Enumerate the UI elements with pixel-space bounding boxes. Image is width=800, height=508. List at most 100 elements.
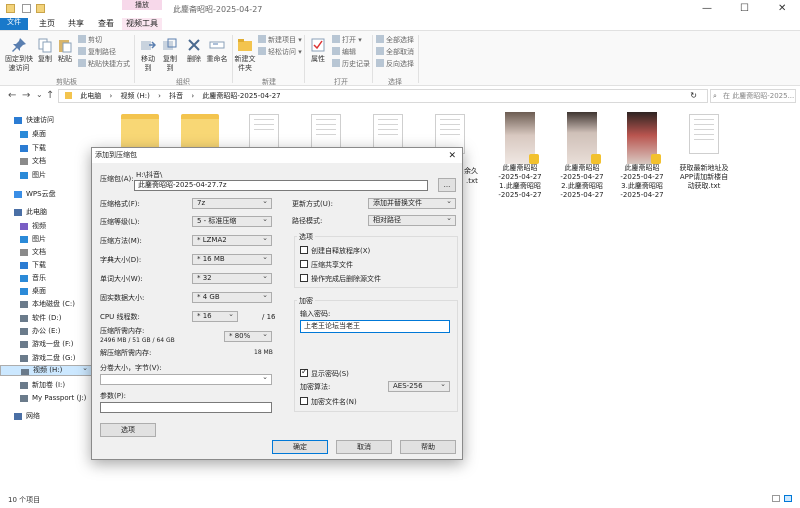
- new-folder-button[interactable]: 新建文件夹: [234, 37, 256, 73]
- help-button[interactable]: 帮助: [400, 440, 456, 454]
- split-size-combobox[interactable]: [100, 374, 272, 385]
- rename-button[interactable]: 重命名: [206, 37, 228, 64]
- paste-shortcut-button[interactable]: 粘贴快捷方式: [78, 59, 130, 69]
- nav-item-network[interactable]: 网络: [0, 410, 92, 423]
- file-name-line: -2025-04-27: [498, 191, 542, 199]
- copy-to-button[interactable]: 复制到: [160, 37, 180, 73]
- open-button[interactable]: 打开 ▾: [332, 35, 362, 45]
- nav-item-drive-i[interactable]: 新加卷 (I:): [0, 379, 92, 392]
- breadcrumb-current-folder[interactable]: 此鏖斋昭昭-2025-04-27: [202, 92, 280, 100]
- nav-item-desktop[interactable]: 桌面: [0, 128, 92, 141]
- properties-button[interactable]: 属性: [308, 37, 328, 64]
- tab-home[interactable]: 主页: [32, 18, 62, 30]
- nav-item-downloads[interactable]: 下载: [0, 142, 92, 155]
- breadcrumb-douyin[interactable]: 抖音: [169, 92, 183, 100]
- large-icons-view-icon[interactable]: [784, 495, 792, 502]
- properties-icon[interactable]: [22, 4, 31, 13]
- word-size-select[interactable]: * 32: [192, 273, 272, 284]
- nav-item-desktop-pc[interactable]: 桌面: [0, 285, 92, 298]
- cancel-button[interactable]: 取消: [336, 440, 392, 454]
- nav-item-drive-d[interactable]: 软件 (D:): [0, 312, 92, 325]
- invert-selection-button[interactable]: 反向选择: [376, 59, 414, 69]
- password-input[interactable]: 上老王论坛当老王: [300, 320, 450, 333]
- nav-item-downloads-pc[interactable]: 下载: [0, 259, 92, 272]
- ok-button[interactable]: 确定: [272, 440, 328, 454]
- nav-item-videos[interactable]: 视频: [0, 220, 92, 233]
- nav-item-pictures[interactable]: 图片: [0, 169, 92, 182]
- select-all-button[interactable]: 全部选择: [376, 35, 414, 45]
- browse-button[interactable]: ...: [438, 178, 456, 192]
- tab-view[interactable]: 查看: [92, 18, 120, 30]
- minimize-button[interactable]: —: [702, 3, 712, 14]
- move-to-button[interactable]: 移动到: [138, 37, 158, 73]
- search-input[interactable]: 在 此鏖斋昭昭-2025...: [710, 89, 796, 103]
- encrypt-file-names-checkbox[interactable]: 加密文件名(N): [300, 397, 357, 407]
- recent-dropdown[interactable]: ⌄: [36, 90, 43, 99]
- tab-file[interactable]: 文件: [0, 18, 28, 30]
- delete-after-checkbox[interactable]: 操作完成后删除源文件: [300, 274, 381, 284]
- cut-button[interactable]: 剪切: [78, 35, 102, 45]
- nav-item-drive-h[interactable]: 视频 (H:): [0, 365, 92, 376]
- add-to-archive-dialog: 添加到压缩包 ✕ 压缩包(A): H:\抖音\ 此鏖斋昭昭-2025-04-27…: [91, 147, 463, 460]
- solid-size-select[interactable]: * 4 GB: [192, 292, 272, 303]
- parameters-input[interactable]: [100, 402, 272, 413]
- nav-item-drive-j[interactable]: My Passport (J:): [0, 392, 92, 405]
- easy-access-button[interactable]: 轻松访问 ▾: [258, 47, 302, 57]
- tab-video-tools[interactable]: 视频工具: [122, 18, 162, 30]
- nav-item-label: 办公 (E:): [32, 327, 61, 335]
- nav-item-pictures-pc[interactable]: 图片: [0, 233, 92, 246]
- memory-select[interactable]: * 80%: [224, 331, 272, 342]
- breadcrumb-drive-h[interactable]: 视频 (H:): [121, 92, 150, 100]
- tab-share[interactable]: 共享: [62, 18, 90, 30]
- refresh-button[interactable]: ↻: [690, 90, 697, 102]
- dictionary-select[interactable]: * 16 MB: [192, 254, 272, 265]
- address-bar[interactable]: 此电脑 › 视频 (H:) › 抖音 › 此鏖斋昭昭-2025-04-27 ↻: [58, 89, 708, 103]
- txt-file-item[interactable]: 获取最新地址及 APP请加新楼自 动获取.txt: [674, 114, 734, 191]
- video-file-item[interactable]: 此鏖斋昭昭 -2025-04-27 1.此鏖斋昭昭 -2025-04-27: [490, 112, 550, 200]
- nav-item-quick-access[interactable]: 快速访问: [0, 114, 92, 127]
- back-button[interactable]: ←: [8, 90, 16, 101]
- close-button[interactable]: ✕: [778, 3, 786, 14]
- dialog-close-button[interactable]: ✕: [448, 149, 456, 164]
- nav-item-documents-pc[interactable]: 文档: [0, 246, 92, 259]
- edit-button[interactable]: 编辑: [332, 47, 356, 57]
- encryption-method-select[interactable]: AES-256: [388, 381, 450, 392]
- new-folder-icon[interactable]: [36, 4, 45, 13]
- paste-button[interactable]: 粘贴: [56, 37, 74, 64]
- copy-path-button[interactable]: 复制路径: [78, 47, 116, 57]
- delete-button[interactable]: 删除: [184, 37, 204, 64]
- nav-item-drive-f[interactable]: 游戏一盘 (F:): [0, 338, 92, 351]
- breadcrumb-this-pc[interactable]: 此电脑: [80, 92, 101, 100]
- options-button[interactable]: 选项: [100, 423, 156, 437]
- new-item-button[interactable]: 新建项目 ▾: [258, 35, 302, 45]
- copy-button[interactable]: 复制: [36, 37, 54, 64]
- up-button[interactable]: ↑: [46, 90, 54, 101]
- open-icon: [332, 35, 340, 43]
- details-view-icon[interactable]: [772, 495, 780, 502]
- nav-item-drive-c[interactable]: 本地磁盘 (C:): [0, 298, 92, 311]
- nav-item-this-pc[interactable]: 此电脑: [0, 206, 92, 219]
- cpu-threads-select[interactable]: * 16: [192, 311, 238, 322]
- format-select[interactable]: 7z: [192, 198, 272, 209]
- video-file-item[interactable]: 此鏖斋昭昭 -2025-04-27 2.此鏖斋昭昭 -2025-04-27: [552, 112, 612, 200]
- method-select[interactable]: * LZMA2: [192, 235, 272, 246]
- nav-item-drive-e[interactable]: 办公 (E:): [0, 325, 92, 338]
- nav-item-music[interactable]: 音乐: [0, 272, 92, 285]
- show-password-checkbox[interactable]: 显示密码(S): [300, 367, 349, 379]
- select-none-button[interactable]: 全部取消: [376, 47, 414, 57]
- nav-item-documents[interactable]: 文档: [0, 155, 92, 168]
- create-sfx-checkbox[interactable]: 创建自释放程序(X): [300, 246, 370, 256]
- ribbon-divider: [134, 35, 135, 83]
- nav-item-drive-g[interactable]: 游戏二盘 (G:): [0, 352, 92, 365]
- nav-item-wps-cloud[interactable]: WPS云盘: [0, 188, 92, 201]
- compress-shared-checkbox[interactable]: 压缩共享文件: [300, 260, 353, 270]
- archive-path-input[interactable]: 此鏖斋昭昭-2025-04-27.7z: [134, 180, 428, 191]
- update-mode-select[interactable]: 添加并替换文件: [368, 198, 456, 209]
- video-file-item[interactable]: 此鏖斋昭昭 -2025-04-27 3.此鏖斋昭昭 -2025-04-27: [612, 112, 672, 200]
- forward-button[interactable]: →: [22, 90, 30, 101]
- pin-quick-access-button[interactable]: 固定到快速访问: [4, 37, 34, 73]
- path-mode-select[interactable]: 相对路径: [368, 215, 456, 226]
- maximize-button[interactable]: ☐: [740, 3, 749, 14]
- history-button[interactable]: 历史记录: [332, 59, 370, 69]
- level-select[interactable]: 5 - 标准压缩: [192, 216, 272, 227]
